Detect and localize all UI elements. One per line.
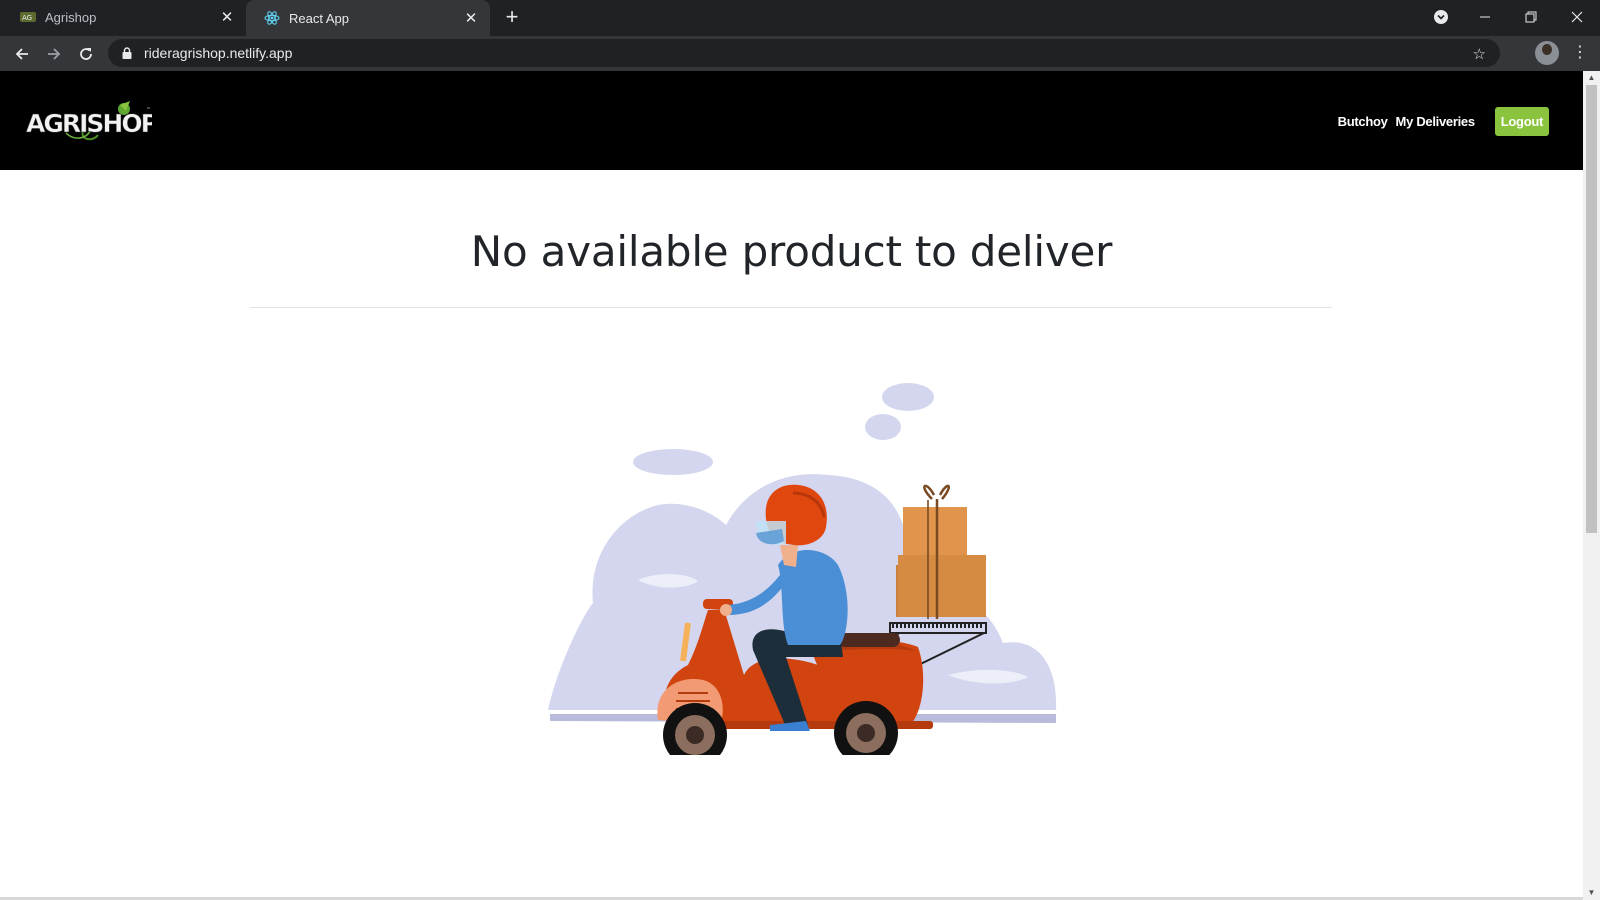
app-navbar: AGRISHOP ™ Butchoy My Deliveries Logout [0,71,1583,170]
tab-react-app[interactable]: React App ✕ [246,0,490,36]
agrishop-favicon-icon: AG [20,9,36,25]
minimize-icon[interactable] [1462,4,1508,30]
agrishop-logo[interactable]: AGRISHOP ™ [26,99,161,145]
browser-tab-strip: AG Agrishop ✕ React App ✕ + [0,0,1600,36]
profile-avatar[interactable] [1535,41,1559,65]
page-viewport: AGRISHOP ™ Butchoy My Deliveries Logout … [0,71,1583,900]
bookmark-star-icon[interactable]: ☆ [1473,45,1486,63]
close-tab-icon[interactable]: ✕ [462,9,480,27]
tab-search-icon[interactable] [1418,4,1464,30]
browser-toolbar: rideragrishop.netlify.app ☆ ⋮ [0,36,1600,71]
svg-text:AG: AG [22,14,32,22]
divider [250,307,1332,308]
lock-icon[interactable] [120,46,134,60]
new-tab-plus-icon[interactable]: + [500,6,524,30]
tab-agrishop[interactable]: AG Agrishop ✕ [2,0,246,34]
svg-text:AGRISHOP: AGRISHOP [26,109,152,138]
tab-title: React App [289,10,349,26]
username-link[interactable]: Butchoy [1338,114,1388,129]
address-bar[interactable]: rideragrishop.netlify.app ☆ [108,39,1500,67]
reload-icon[interactable] [72,40,100,68]
scrollbar-thumb[interactable] [1586,85,1597,533]
close-tab-icon[interactable]: ✕ [218,8,236,26]
delivery-scooter-illustration [548,375,1078,767]
page-scrollbar[interactable]: ▲ ▼ [1583,71,1600,900]
page-title: No available product to deliver [470,227,1113,276]
tab-title: Agrishop [45,9,97,25]
forward-arrow-icon[interactable] [40,40,68,68]
scroll-down-arrow-icon[interactable]: ▼ [1583,886,1600,900]
nav-links: Butchoy My Deliveries Logout [1338,107,1549,136]
back-arrow-icon[interactable] [8,40,36,68]
svg-text:™: ™ [146,107,151,113]
browser-menu-icon[interactable]: ⋮ [1570,42,1590,64]
scroll-up-arrow-icon[interactable]: ▲ [1583,71,1600,85]
logout-button[interactable]: Logout [1494,107,1549,136]
restore-icon[interactable] [1508,4,1554,30]
close-window-icon[interactable] [1554,4,1600,30]
url-text: rideragrishop.netlify.app [144,45,293,61]
react-favicon-icon [264,10,280,26]
my-deliveries-link[interactable]: My Deliveries [1396,114,1476,129]
